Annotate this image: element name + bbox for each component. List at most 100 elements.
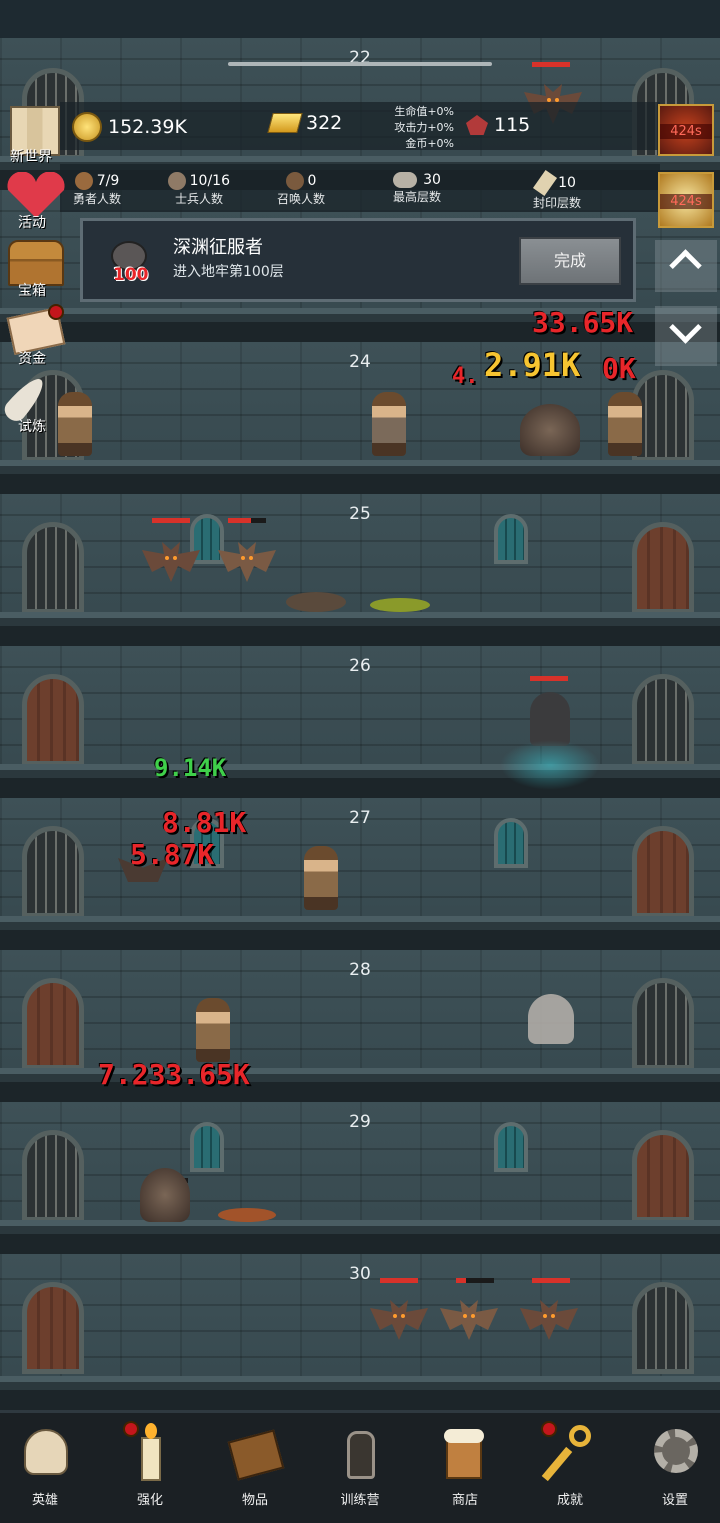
coins-counter[interactable]: 152.39K bbox=[72, 112, 187, 142]
bomb-boost-button[interactable]: 424s bbox=[658, 104, 714, 156]
window bbox=[494, 514, 528, 564]
door bbox=[22, 978, 84, 1070]
floor-ledge bbox=[0, 460, 720, 494]
candle-timer: 424s bbox=[660, 194, 712, 209]
floor-number: 30 bbox=[349, 1264, 371, 1284]
door bbox=[632, 522, 694, 614]
max-floor-stat: 30 最高层数 bbox=[392, 172, 441, 204]
gold-counter[interactable]: 322 bbox=[267, 112, 343, 134]
hero-count: 7/9 勇者人数 bbox=[72, 172, 121, 206]
spider-enemy[interactable] bbox=[520, 404, 580, 456]
bat-enemy[interactable] bbox=[440, 1300, 498, 1340]
chevron-up-icon bbox=[669, 249, 702, 282]
floor-26: 26 bbox=[0, 646, 720, 798]
bat-enemy[interactable] bbox=[142, 542, 200, 582]
floor-number: 29 bbox=[349, 1112, 371, 1132]
door bbox=[22, 674, 84, 766]
nav-items[interactable]: 物品 bbox=[210, 1413, 300, 1513]
mug-icon bbox=[440, 1423, 492, 1483]
spider-corpse bbox=[286, 592, 346, 612]
nav-settings[interactable]: 设置 bbox=[630, 1413, 720, 1513]
side-event-button[interactable]: 活动 bbox=[4, 170, 64, 231]
floor-ledge bbox=[0, 1376, 720, 1410]
side-chest-button[interactable]: 宝箱 bbox=[4, 238, 64, 299]
door bbox=[632, 674, 694, 766]
hero-icon bbox=[74, 172, 93, 190]
bat-enemy[interactable] bbox=[370, 1300, 428, 1340]
heal-number: 9.14K bbox=[154, 754, 227, 782]
enemy-hp-bar bbox=[152, 518, 190, 523]
scroll-icon bbox=[533, 169, 558, 197]
skull-icon bbox=[20, 1423, 72, 1483]
door bbox=[632, 1282, 694, 1374]
gold-value: 322 bbox=[306, 112, 343, 134]
enemy-hp-bar bbox=[380, 1278, 418, 1283]
floor-ledge bbox=[0, 612, 720, 646]
coins-value: 152.39K bbox=[108, 116, 187, 138]
floor-27: 27 bbox=[0, 798, 720, 950]
nav-achievements[interactable]: 成就 bbox=[525, 1413, 615, 1513]
side-new-world-button[interactable]: 新世界 bbox=[4, 104, 64, 165]
achievement-title: 深渊征服者 bbox=[173, 237, 263, 258]
stone-icon bbox=[393, 172, 418, 188]
soldier-icon bbox=[168, 172, 186, 190]
nav-training-camp[interactable]: 训练营 bbox=[315, 1413, 405, 1513]
scroll-up-button[interactable] bbox=[655, 240, 717, 292]
enemy-hp-bar bbox=[456, 1278, 494, 1283]
wraith-enemy[interactable] bbox=[530, 692, 570, 746]
nav-heroes[interactable]: 英雄 bbox=[0, 1413, 90, 1513]
enemy-hp-bar bbox=[532, 62, 570, 67]
gem-counter[interactable]: 115 bbox=[466, 114, 530, 136]
bat-enemy[interactable] bbox=[218, 542, 276, 582]
floor-ledge bbox=[0, 916, 720, 950]
door bbox=[22, 826, 84, 918]
enemy-hp-bar bbox=[228, 518, 266, 523]
enemy-hp-bar bbox=[532, 1278, 570, 1283]
door bbox=[22, 522, 84, 614]
achievement-toast: 100 深渊征服者 进入地牢第100层 完成 bbox=[80, 218, 636, 302]
damage-number: 4. bbox=[452, 364, 479, 389]
scroll-indicator bbox=[228, 62, 492, 66]
side-trial-button[interactable]: 试炼 bbox=[0, 372, 64, 435]
coin-buff: 金币+0% bbox=[405, 137, 454, 150]
gear-icon bbox=[650, 1423, 702, 1483]
summon-count: 0 召唤人数 bbox=[276, 172, 325, 206]
notification-dot bbox=[541, 1421, 557, 1437]
nav-shop[interactable]: 商店 bbox=[420, 1413, 510, 1513]
hero-character[interactable] bbox=[372, 392, 406, 456]
scroll-down-button[interactable] bbox=[655, 306, 717, 366]
door bbox=[22, 1130, 84, 1222]
door bbox=[632, 1130, 694, 1222]
buff-list: 生命值+0% 攻击力+0% 金币+0% bbox=[388, 104, 454, 152]
spider-enemy[interactable] bbox=[140, 1168, 190, 1222]
hero-character[interactable] bbox=[304, 846, 338, 910]
door bbox=[632, 978, 694, 1070]
floor-30: 30 bbox=[0, 1254, 720, 1410]
attack-buff: 攻击力+0% bbox=[394, 121, 454, 134]
side-funds-button[interactable]: 资金 bbox=[4, 304, 66, 367]
gem-icon bbox=[466, 115, 488, 135]
hero-character[interactable] bbox=[196, 998, 230, 1062]
bat-enemy[interactable] bbox=[520, 1300, 578, 1340]
bomb-timer: 424s bbox=[660, 124, 712, 139]
floor-number: 27 bbox=[349, 808, 371, 828]
notification-dot bbox=[48, 304, 64, 320]
hp-buff: 生命值+0% bbox=[394, 105, 454, 118]
complete-button[interactable]: 完成 bbox=[519, 237, 621, 285]
floor-25: 25 bbox=[0, 494, 720, 646]
chevron-down-icon bbox=[669, 311, 702, 344]
coin-icon bbox=[72, 112, 102, 142]
floor-ledge bbox=[0, 764, 720, 798]
damage-number: 0K bbox=[602, 352, 636, 385]
nav-upgrade[interactable]: 强化 bbox=[105, 1413, 195, 1513]
hero-character[interactable] bbox=[608, 392, 642, 456]
loot-pile[interactable] bbox=[218, 1208, 276, 1222]
notification-dot bbox=[123, 1421, 139, 1437]
floor-number: 25 bbox=[349, 504, 371, 524]
achievement-description: 进入地牢第100层 bbox=[173, 264, 284, 280]
damage-number: 33.65K bbox=[532, 306, 634, 339]
candle-boost-button[interactable]: 424s bbox=[658, 172, 714, 228]
ghost-enemy[interactable] bbox=[528, 994, 574, 1044]
window bbox=[190, 1122, 224, 1172]
loot-pile[interactable] bbox=[370, 598, 430, 612]
